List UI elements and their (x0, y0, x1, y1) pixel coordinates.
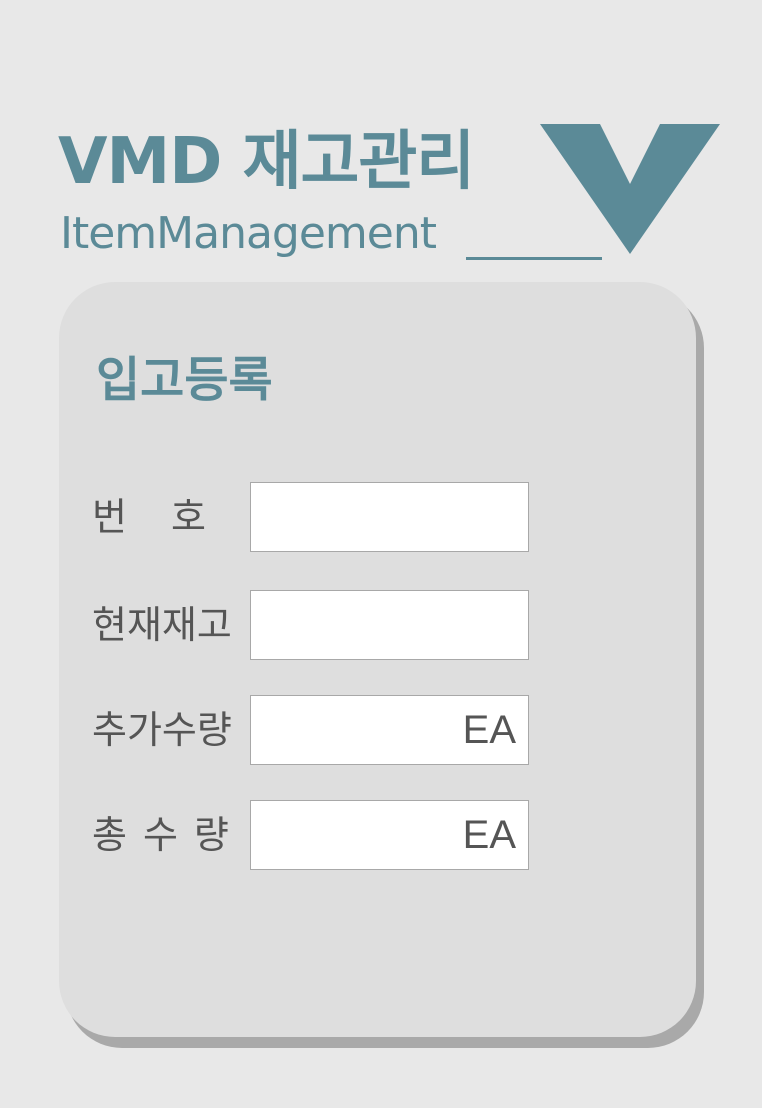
subtitle-underline (466, 257, 602, 260)
number-input[interactable] (251, 483, 528, 551)
field-label-add-quantity: 추가수량 (92, 708, 232, 752)
field-label-number: 번호 (92, 495, 250, 539)
add-quantity-unit: EA (462, 708, 516, 752)
app-subtitle: ItemManagement (60, 208, 437, 259)
current-stock-field (250, 590, 529, 660)
v-logo-icon (540, 124, 720, 254)
add-quantity-field: EA (250, 695, 529, 765)
total-quantity-field: EA (250, 800, 529, 870)
app-title: VMD 재고관리 (58, 125, 475, 199)
field-label-current-stock: 현재재고 (92, 603, 232, 647)
total-quantity-unit: EA (462, 813, 516, 857)
form-title: 입고등록 (96, 352, 273, 408)
number-field (250, 482, 529, 552)
field-label-total-quantity: 총수량 (92, 813, 245, 857)
current-stock-input[interactable] (251, 591, 528, 659)
